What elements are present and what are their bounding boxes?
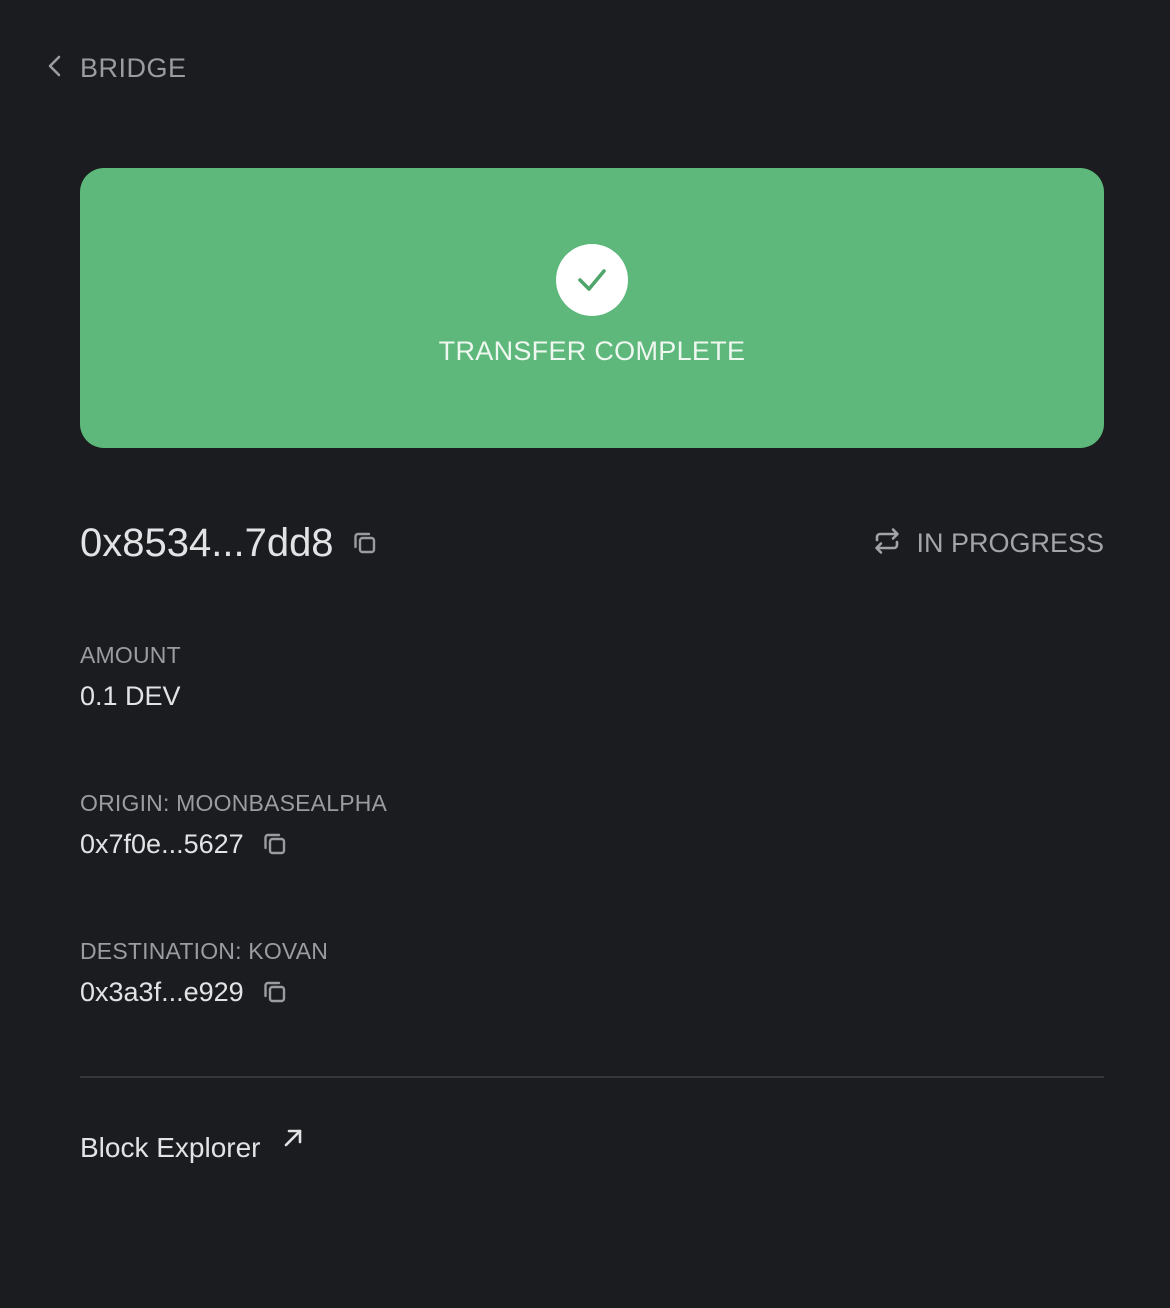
copy-icon[interactable] [350, 528, 380, 558]
external-link-icon [281, 1126, 305, 1155]
transaction-header: 0x8534...7dd8 IN PROGRESS [80, 516, 1104, 570]
block-explorer-link[interactable]: Block Explorer [80, 1126, 305, 1170]
origin-address: 0x7f0e...5627 [80, 829, 244, 859]
destination-address: 0x3a3f...e929 [80, 977, 244, 1007]
copy-icon[interactable] [260, 829, 290, 859]
amount-field: AMOUNT 0.1 DEV [80, 640, 181, 714]
amount-value: 0.1 DEV [80, 681, 181, 711]
status-label: IN PROGRESS [916, 527, 1104, 558]
divider [80, 1076, 1104, 1078]
copy-icon[interactable] [260, 977, 290, 1007]
block-explorer-label: Block Explorer [80, 1132, 261, 1163]
back-to-bridge-link[interactable]: BRIDGE [44, 48, 187, 88]
check-icon [556, 244, 628, 316]
transaction-hash: 0x8534...7dd8 [80, 520, 334, 565]
transfer-status-text: TRANSFER COMPLETE [438, 336, 746, 366]
origin-field: ORIGIN: MOONBASEALPHA 0x7f0e...5627 [80, 788, 387, 862]
back-link-label: BRIDGE [80, 52, 187, 83]
transfer-status-banner: TRANSFER COMPLETE [80, 168, 1104, 448]
transaction-status: IN PROGRESS [872, 526, 1104, 561]
destination-field: DESTINATION: KOVAN 0x3a3f...e929 [80, 936, 328, 1010]
origin-label: ORIGIN: MOONBASEALPHA [80, 790, 388, 816]
chevron-left-icon [44, 52, 66, 85]
amount-label: AMOUNT [80, 642, 181, 668]
repeat-icon [872, 526, 902, 561]
destination-label: DESTINATION: KOVAN [80, 938, 329, 964]
